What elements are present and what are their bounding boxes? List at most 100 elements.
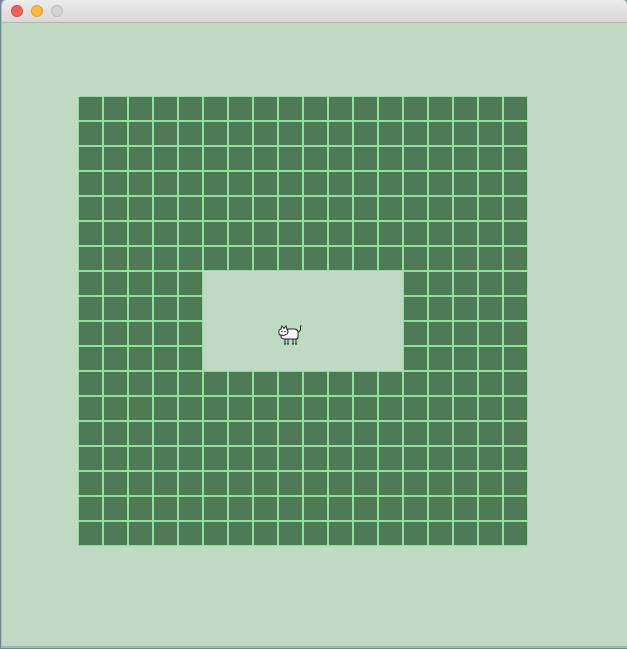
wall-tile[interactable] (153, 521, 178, 546)
wall-tile[interactable] (478, 446, 503, 471)
wall-tile[interactable] (153, 221, 178, 246)
wall-tile[interactable] (153, 396, 178, 421)
wall-tile[interactable] (328, 371, 353, 396)
floor-tile[interactable] (253, 321, 278, 346)
wall-tile[interactable] (153, 296, 178, 321)
wall-tile[interactable] (253, 246, 278, 271)
wall-tile[interactable] (353, 421, 378, 446)
wall-tile[interactable] (353, 96, 378, 121)
wall-tile[interactable] (228, 421, 253, 446)
wall-tile[interactable] (203, 496, 228, 521)
wall-tile[interactable] (103, 196, 128, 221)
wall-tile[interactable] (103, 396, 128, 421)
wall-tile[interactable] (153, 96, 178, 121)
wall-tile[interactable] (428, 221, 453, 246)
wall-tile[interactable] (503, 221, 528, 246)
wall-tile[interactable] (478, 521, 503, 546)
wall-tile[interactable] (378, 446, 403, 471)
wall-tile[interactable] (128, 146, 153, 171)
wall-tile[interactable] (328, 446, 353, 471)
wall-tile[interactable] (328, 396, 353, 421)
wall-tile[interactable] (303, 121, 328, 146)
wall-tile[interactable] (253, 471, 278, 496)
wall-tile[interactable] (428, 496, 453, 521)
wall-tile[interactable] (78, 296, 103, 321)
wall-tile[interactable] (78, 246, 103, 271)
floor-tile[interactable] (378, 346, 403, 371)
wall-tile[interactable] (378, 221, 403, 246)
wall-tile[interactable] (253, 496, 278, 521)
wall-tile[interactable] (153, 171, 178, 196)
wall-tile[interactable] (453, 121, 478, 146)
wall-tile[interactable] (403, 271, 428, 296)
wall-tile[interactable] (78, 96, 103, 121)
wall-tile[interactable] (128, 96, 153, 121)
wall-tile[interactable] (303, 471, 328, 496)
wall-tile[interactable] (203, 471, 228, 496)
floor-tile[interactable] (303, 296, 328, 321)
minimize-button[interactable] (31, 5, 43, 17)
wall-tile[interactable] (153, 446, 178, 471)
wall-tile[interactable] (428, 346, 453, 371)
wall-tile[interactable] (353, 221, 378, 246)
wall-tile[interactable] (78, 196, 103, 221)
wall-tile[interactable] (503, 471, 528, 496)
wall-tile[interactable] (303, 196, 328, 221)
wall-tile[interactable] (453, 371, 478, 396)
wall-tile[interactable] (103, 321, 128, 346)
wall-tile[interactable] (403, 521, 428, 546)
wall-tile[interactable] (253, 96, 278, 121)
wall-tile[interactable] (228, 196, 253, 221)
wall-tile[interactable] (203, 121, 228, 146)
wall-tile[interactable] (478, 421, 503, 446)
wall-tile[interactable] (203, 371, 228, 396)
floor-tile[interactable] (328, 271, 353, 296)
wall-tile[interactable] (403, 421, 428, 446)
wall-tile[interactable] (103, 446, 128, 471)
wall-tile[interactable] (128, 171, 153, 196)
wall-tile[interactable] (403, 396, 428, 421)
wall-tile[interactable] (228, 446, 253, 471)
wall-tile[interactable] (103, 271, 128, 296)
wall-tile[interactable] (228, 221, 253, 246)
wall-tile[interactable] (453, 471, 478, 496)
wall-tile[interactable] (353, 121, 378, 146)
wall-tile[interactable] (378, 496, 403, 521)
wall-tile[interactable] (353, 446, 378, 471)
wall-tile[interactable] (278, 446, 303, 471)
wall-tile[interactable] (353, 246, 378, 271)
wall-tile[interactable] (453, 271, 478, 296)
wall-tile[interactable] (128, 396, 153, 421)
wall-tile[interactable] (503, 396, 528, 421)
wall-tile[interactable] (278, 221, 303, 246)
wall-tile[interactable] (178, 421, 203, 446)
wall-tile[interactable] (378, 171, 403, 196)
wall-tile[interactable] (428, 421, 453, 446)
wall-tile[interactable] (328, 246, 353, 271)
wall-tile[interactable] (178, 396, 203, 421)
wall-tile[interactable] (328, 196, 353, 221)
wall-tile[interactable] (278, 196, 303, 221)
wall-tile[interactable] (228, 121, 253, 146)
wall-tile[interactable] (253, 371, 278, 396)
wall-tile[interactable] (178, 346, 203, 371)
wall-tile[interactable] (128, 471, 153, 496)
wall-tile[interactable] (428, 371, 453, 396)
wall-tile[interactable] (228, 96, 253, 121)
floor-tile[interactable] (353, 346, 378, 371)
wall-tile[interactable] (503, 296, 528, 321)
wall-tile[interactable] (278, 471, 303, 496)
wall-tile[interactable] (78, 146, 103, 171)
game-board[interactable] (78, 96, 528, 546)
wall-tile[interactable] (78, 321, 103, 346)
floor-tile[interactable] (278, 346, 303, 371)
wall-tile[interactable] (103, 471, 128, 496)
wall-tile[interactable] (228, 146, 253, 171)
wall-tile[interactable] (378, 396, 403, 421)
wall-tile[interactable] (103, 121, 128, 146)
wall-tile[interactable] (478, 96, 503, 121)
wall-tile[interactable] (453, 521, 478, 546)
wall-tile[interactable] (453, 171, 478, 196)
wall-tile[interactable] (353, 471, 378, 496)
wall-tile[interactable] (403, 246, 428, 271)
